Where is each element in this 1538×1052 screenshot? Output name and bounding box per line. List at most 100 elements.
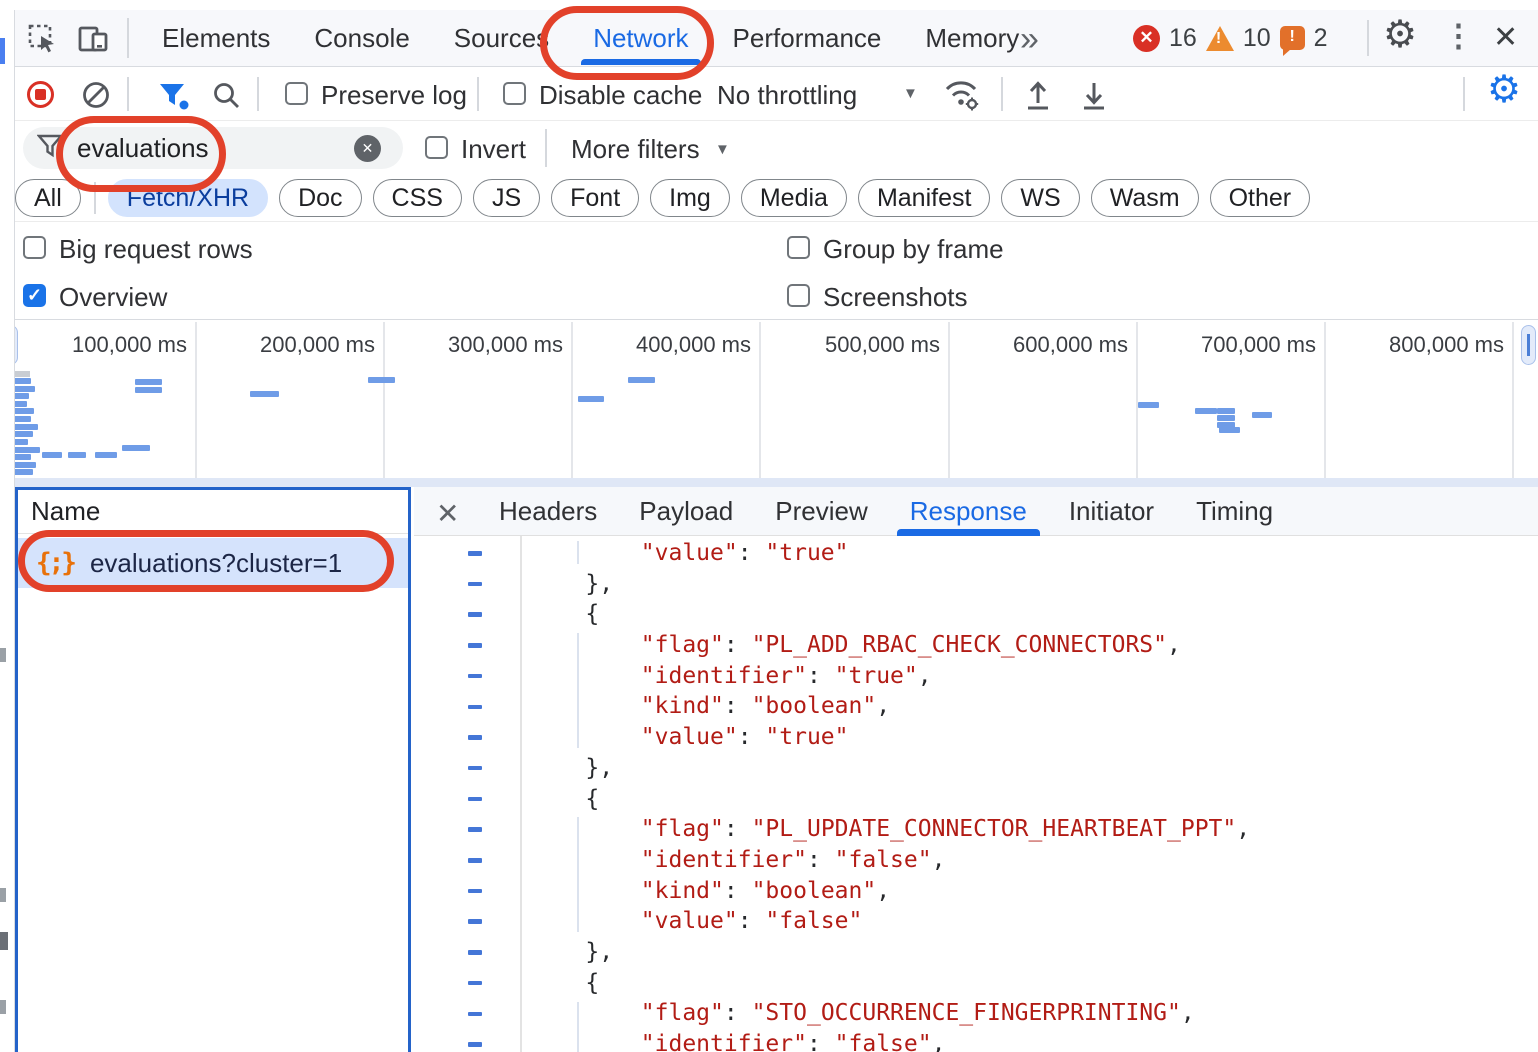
screenshots-checkbox[interactable] bbox=[787, 284, 810, 307]
timeline-request-bar bbox=[13, 393, 29, 399]
clear-filter-icon[interactable]: ✕ bbox=[354, 135, 381, 162]
filter-funnel-icon[interactable] bbox=[157, 81, 191, 111]
timeline-request-bar bbox=[1219, 427, 1240, 433]
response-code: "value": "true" }, { "flag": "PL_ADD_RBA… bbox=[530, 538, 1250, 1052]
fold-marker[interactable] bbox=[468, 827, 482, 832]
fold-marker[interactable] bbox=[468, 551, 482, 556]
big-request-rows-checkbox[interactable] bbox=[23, 236, 46, 259]
main-tab-console[interactable]: Console bbox=[292, 10, 431, 66]
close-devtools-icon[interactable]: ✕ bbox=[1493, 20, 1518, 55]
fold-marker[interactable] bbox=[468, 674, 482, 679]
disable-cache-checkbox[interactable] bbox=[503, 82, 526, 105]
response-body-viewer[interactable]: "value": "true" }, { "flag": "PL_ADD_RBA… bbox=[414, 536, 1538, 1052]
timeline-gridline bbox=[759, 322, 761, 478]
detail-tab-preview[interactable]: Preview bbox=[754, 487, 888, 536]
type-chip[interactable]: WS bbox=[1001, 179, 1079, 217]
fold-marker[interactable] bbox=[468, 1042, 482, 1047]
request-detail-tabbar: ✕ HeadersPayloadPreviewResponseInitiator… bbox=[414, 487, 1538, 536]
detail-tab-payload[interactable]: Payload bbox=[618, 487, 754, 536]
timeline-request-bar bbox=[135, 387, 162, 393]
detail-tab-response[interactable]: Response bbox=[889, 487, 1048, 536]
fold-marker[interactable] bbox=[468, 612, 482, 617]
indent-guide bbox=[577, 1002, 579, 1052]
timeline-request-bar bbox=[135, 379, 162, 385]
timeline-request-bar bbox=[1217, 415, 1235, 421]
code-line: }, bbox=[530, 753, 1250, 784]
code-line: }, bbox=[530, 937, 1250, 968]
code-line: { bbox=[530, 968, 1250, 999]
invert-checkbox[interactable] bbox=[425, 136, 448, 159]
timeline-request-bar bbox=[13, 401, 27, 407]
fold-marker[interactable] bbox=[468, 919, 482, 924]
close-detail-icon[interactable]: ✕ bbox=[436, 497, 459, 530]
type-chip[interactable]: CSS bbox=[373, 179, 462, 217]
error-icon: ✕ bbox=[1133, 25, 1160, 52]
export-har-icon[interactable] bbox=[1079, 79, 1109, 111]
timeline-gridline bbox=[1136, 322, 1138, 478]
network-conditions-icon[interactable] bbox=[943, 77, 983, 111]
preserve-log-checkbox[interactable] bbox=[285, 82, 308, 105]
preserve-log-label: Preserve log bbox=[321, 80, 467, 111]
fold-marker[interactable] bbox=[468, 643, 482, 648]
timeline-request-bar bbox=[628, 377, 655, 383]
type-chip[interactable]: Manifest bbox=[858, 179, 990, 217]
network-overview-timeline[interactable]: 100,000 ms200,000 ms300,000 ms400,000 ms… bbox=[0, 320, 1538, 478]
record-network-log-button[interactable] bbox=[27, 81, 54, 108]
type-chip[interactable]: Font bbox=[551, 179, 639, 217]
page-edge-fragment bbox=[0, 888, 6, 902]
fold-marker[interactable] bbox=[468, 766, 482, 771]
toolbar-separator bbox=[1001, 77, 1003, 111]
type-chip[interactable]: JS bbox=[473, 179, 540, 217]
type-chip[interactable]: Wasm bbox=[1091, 179, 1199, 217]
overview-checkbox[interactable]: ✓ bbox=[23, 284, 46, 307]
throttling-select[interactable]: No throttling bbox=[717, 80, 857, 111]
fold-marker[interactable] bbox=[468, 1012, 482, 1017]
detail-tab-timing[interactable]: Timing bbox=[1175, 487, 1294, 536]
import-har-icon[interactable] bbox=[1023, 79, 1053, 111]
fold-marker[interactable] bbox=[468, 705, 482, 710]
device-toolbar-icon[interactable] bbox=[77, 23, 111, 55]
type-chip[interactable]: Other bbox=[1210, 179, 1311, 217]
inspect-element-icon[interactable] bbox=[27, 23, 59, 55]
detail-tab-initiator[interactable]: Initiator bbox=[1048, 487, 1175, 536]
kebab-menu-icon[interactable]: ⋮ bbox=[1443, 18, 1474, 54]
overview-right-grip[interactable] bbox=[1521, 325, 1536, 365]
detail-tab-strip: HeadersPayloadPreviewResponseInitiatorTi… bbox=[478, 487, 1294, 536]
main-tab-performance[interactable]: Performance bbox=[711, 10, 904, 66]
fold-marker[interactable] bbox=[468, 981, 482, 986]
fold-marker[interactable] bbox=[468, 950, 482, 955]
timeline-gridline bbox=[1512, 322, 1514, 478]
type-chip[interactable]: Doc bbox=[279, 179, 361, 217]
fold-marker[interactable] bbox=[468, 582, 482, 587]
search-icon[interactable] bbox=[211, 80, 241, 110]
detail-tab-headers[interactable]: Headers bbox=[478, 487, 618, 536]
type-chip[interactable]: Img bbox=[650, 179, 730, 217]
clear-network-log-icon[interactable] bbox=[81, 80, 111, 110]
network-settings-gear-icon[interactable]: ⚙ bbox=[1487, 67, 1521, 112]
fold-marker[interactable] bbox=[468, 858, 482, 863]
type-chip[interactable]: Media bbox=[741, 179, 847, 217]
settings-gear-icon[interactable]: ⚙ bbox=[1383, 12, 1417, 57]
fold-marker[interactable] bbox=[468, 735, 482, 740]
chevron-down-icon[interactable]: ▼ bbox=[903, 85, 918, 102]
status-badges[interactable]: ✕ 16 ! 10 ! 2 bbox=[1133, 10, 1328, 66]
annotation-circle-filter-input bbox=[56, 116, 226, 192]
chevron-down-icon[interactable]: ▼ bbox=[715, 141, 730, 158]
timeline-request-bar bbox=[13, 424, 38, 430]
timeline-grey-bar bbox=[13, 371, 30, 377]
page-edge-fragment bbox=[0, 1000, 6, 1014]
code-line: "kind": "boolean", bbox=[530, 876, 1250, 907]
fold-marker[interactable] bbox=[468, 797, 482, 802]
more-tabs-icon[interactable]: » bbox=[1020, 20, 1037, 59]
issues-count: 2 bbox=[1314, 24, 1328, 53]
toolbar-separator bbox=[1367, 20, 1369, 56]
main-tab-elements[interactable]: Elements bbox=[140, 10, 292, 66]
page-edge-fragment bbox=[0, 648, 6, 662]
fold-marker[interactable] bbox=[468, 889, 482, 894]
more-filters-button[interactable]: More filters bbox=[571, 134, 700, 165]
timeline-request-bar bbox=[13, 386, 35, 392]
name-column-header[interactable]: Name bbox=[18, 490, 408, 534]
group-by-frame-checkbox[interactable] bbox=[787, 236, 810, 259]
toolbar-separator bbox=[127, 18, 129, 58]
timeline-request-bar bbox=[42, 452, 62, 458]
